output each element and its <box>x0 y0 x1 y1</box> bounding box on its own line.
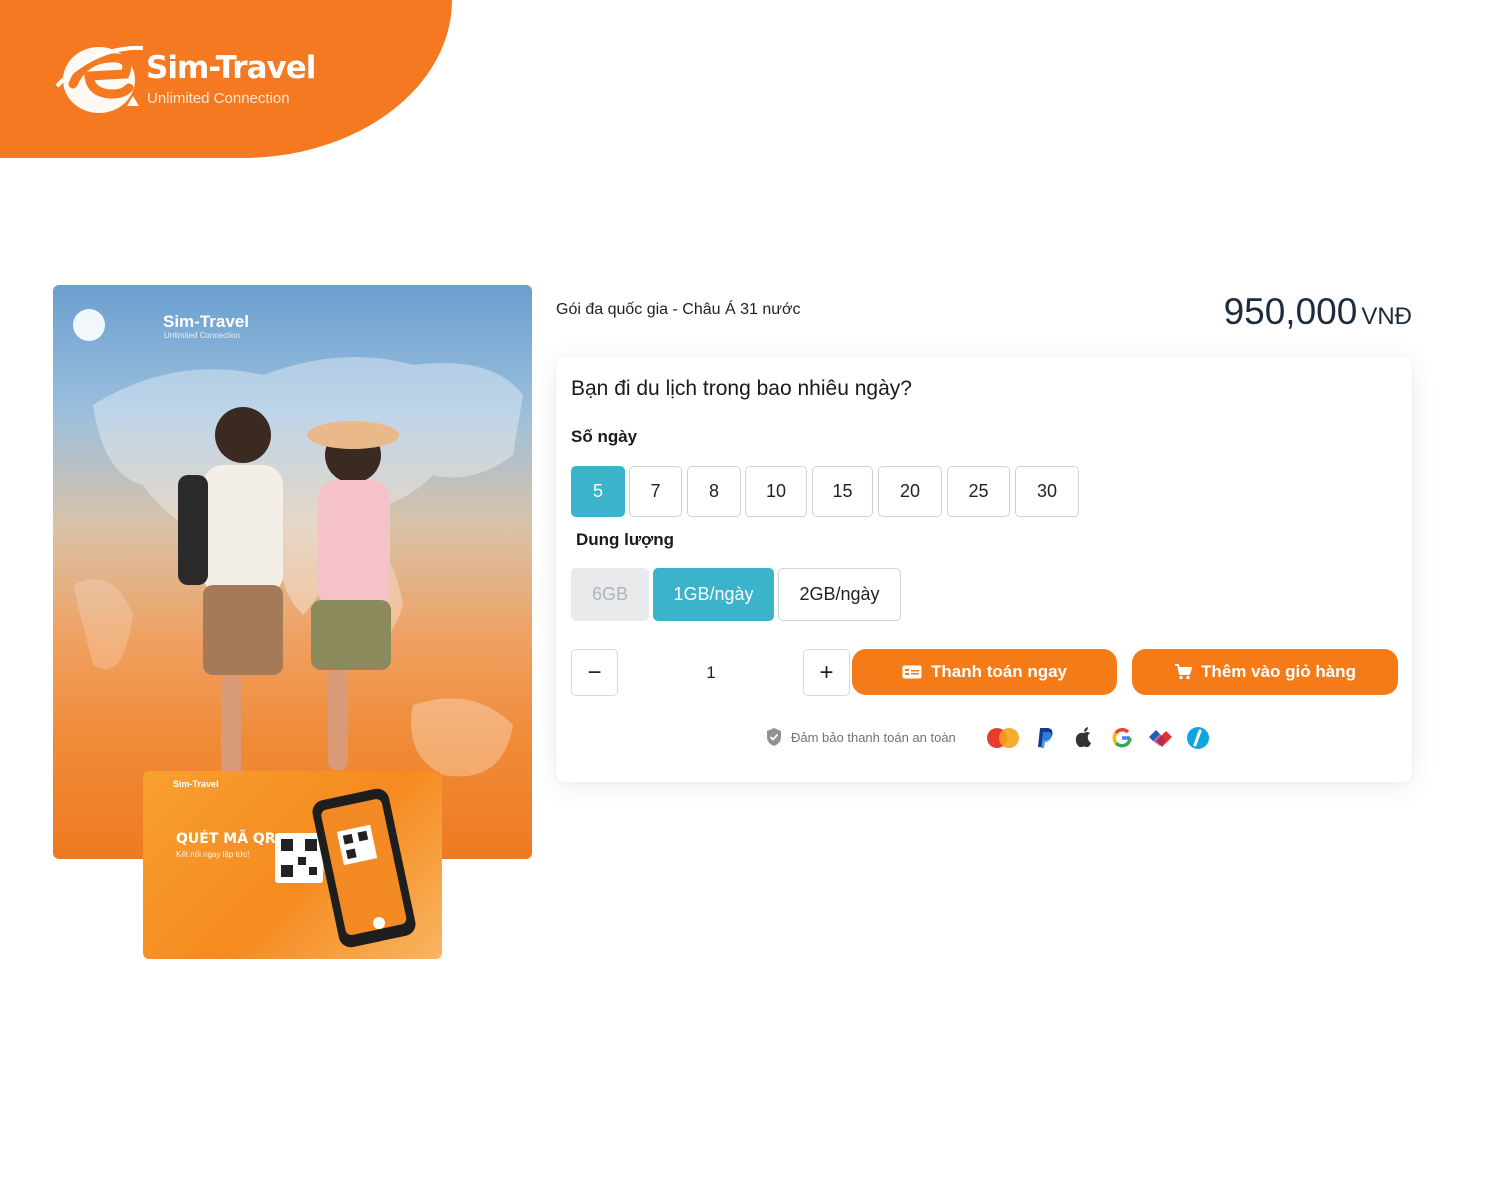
logo-subtitle: Unlimited Connection <box>147 90 290 107</box>
vnpay-icon <box>1146 726 1174 750</box>
product-price: 950,000 VNĐ <box>1224 291 1412 333</box>
day-option-30[interactable]: 30 <box>1015 466 1079 517</box>
day-option-8[interactable]: 8 <box>687 466 741 517</box>
day-option-25[interactable]: 25 <box>947 466 1010 517</box>
image-logo-title: Sim-Travel <box>163 312 249 331</box>
data-option-1gb-per-day[interactable]: 1GB/ngày <box>653 568 774 621</box>
apple-icon <box>1070 726 1098 750</box>
zalopay-icon <box>1184 726 1212 750</box>
phone-qr-icon <box>275 788 416 948</box>
quantity-input[interactable] <box>620 649 802 696</box>
buy-now-button[interactable]: Thanh toán ngay <box>852 649 1117 695</box>
data-option-6gb: 6GB <box>571 568 649 621</box>
header-logo-banner: Sim-Travel Unlimited Connection <box>0 0 452 158</box>
day-option-7[interactable]: 7 <box>629 466 682 517</box>
payment-card-icon <box>902 665 922 679</box>
day-option-15[interactable]: 15 <box>812 466 873 517</box>
image-logo-subtitle: Unlimited Connection <box>164 331 241 340</box>
quantity-decrease-button[interactable]: − <box>571 649 618 696</box>
buy-now-label: Thanh toán ngay <box>931 662 1067 681</box>
logo-title: Sim-Travel <box>146 50 316 86</box>
quantity-increase-button[interactable]: + <box>803 649 850 696</box>
mastercard-icon <box>984 726 1022 750</box>
day-option-5[interactable]: 5 <box>571 466 625 517</box>
days-label: Số ngày <box>571 427 638 446</box>
secure-payment-text: Đảm bảo thanh toán an toàn <box>791 729 956 745</box>
data-label: Dung lượng <box>576 530 675 549</box>
qr-promo-card: Sim-Travel QUÉT MÃ QR Kết nối ngay lập t… <box>143 771 442 959</box>
payment-methods <box>984 726 1212 750</box>
paypal-icon <box>1032 726 1060 750</box>
secure-payment-note: Đảm bảo thanh toán an toàn <box>766 727 956 747</box>
day-option-10[interactable]: 10 <box>745 466 807 517</box>
price-currency: VNĐ <box>1361 303 1412 330</box>
price-value: 950,000 <box>1223 291 1358 332</box>
add-to-cart-label: Thêm vào giỏ hàng <box>1201 662 1356 681</box>
cart-icon <box>1175 664 1193 680</box>
shield-check-icon <box>767 728 781 746</box>
logo-globe-icon <box>55 45 144 113</box>
trip-length-question: Bạn đi du lịch trong bao nhiêu ngày? <box>571 377 912 400</box>
add-to-cart-button[interactable]: Thêm vào giỏ hàng <box>1132 649 1398 695</box>
google-icon <box>1108 726 1136 750</box>
product-name: Gói đa quốc gia - Châu Á 31 nước <box>556 301 801 318</box>
purchase-panel: Bạn đi du lịch trong bao nhiêu ngày? Số … <box>556 357 1412 782</box>
day-option-20[interactable]: 20 <box>878 466 942 517</box>
data-option-2gb-per-day[interactable]: 2GB/ngày <box>778 568 901 621</box>
